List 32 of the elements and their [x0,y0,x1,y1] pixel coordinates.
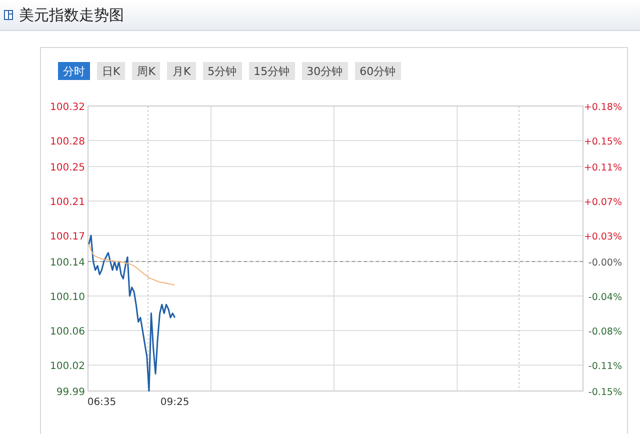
percent-axis-label: +0.18% [584,102,622,113]
time-axis-label: 09:25 [160,397,190,408]
percent-axis-label: +0.03% [584,232,622,243]
price-axis-label: 100.02 [50,361,85,372]
period-tab[interactable]: 60分钟 [354,62,401,80]
period-tab[interactable]: 15分钟 [248,62,295,80]
period-tab[interactable]: 分时 [58,62,90,80]
percent-axis-label: +0.07% [584,197,622,208]
price-axis-label: 100.25 [50,162,85,174]
price-axis-label: 100.28 [50,136,85,148]
period-tab[interactable]: 日K [97,62,126,80]
page-title: 美元指数走势图 [19,6,124,24]
percent-axis-label: -0.00% [588,257,622,268]
price-axis-label: 100.21 [50,197,85,208]
price-axis-label: 100.06 [50,326,85,338]
period-tab[interactable]: 5分钟 [202,62,242,80]
percent-axis-label: +0.15% [584,136,622,148]
percent-axis-label: -0.08% [588,326,622,338]
percent-axis-label: -0.15% [588,387,622,398]
price-axis-label: 100.14 [50,257,85,268]
price-axis-label: 100.17 [50,232,85,243]
panel-icon [4,10,13,20]
percent-axis-label: -0.04% [588,292,622,303]
percent-axis-label: -0.11% [588,361,622,372]
price-axis-label: 100.32 [50,102,85,113]
period-tab[interactable]: 月K [167,62,196,80]
price-axis-label: 99.99 [56,387,85,398]
time-axis-label: 06:35 [87,397,116,408]
percent-axis-label: +0.11% [584,162,622,174]
price-axis-label: 100.10 [50,292,85,303]
period-tab[interactable]: 30分钟 [302,62,348,80]
period-tab[interactable]: 周K [132,62,160,80]
